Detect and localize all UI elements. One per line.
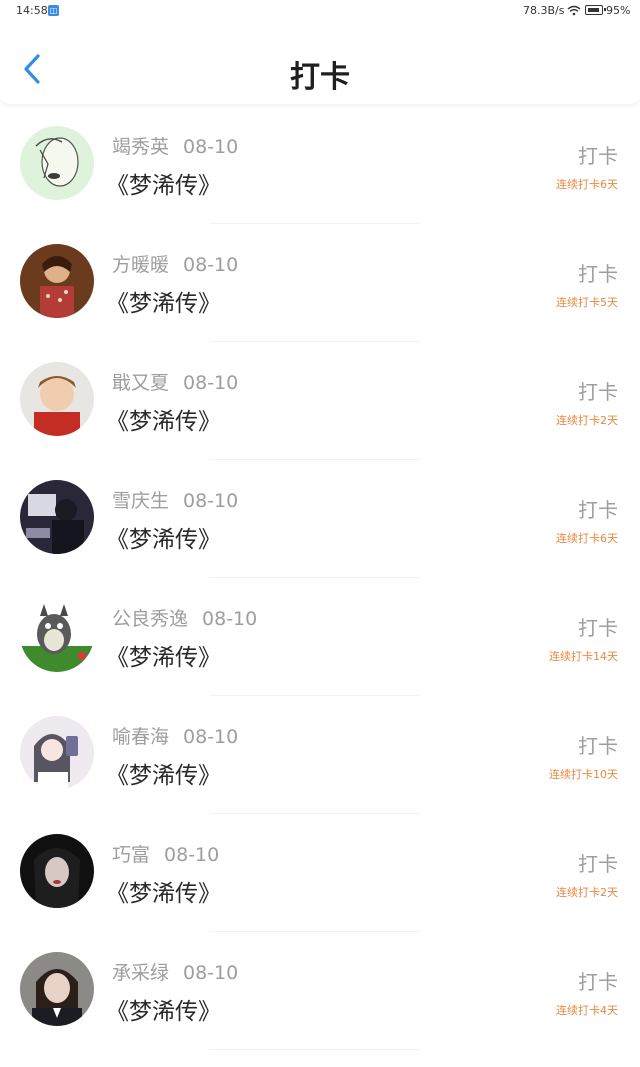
- streak-label: 连续打卡5天: [556, 296, 618, 309]
- checkin-button[interactable]: 打卡: [578, 848, 618, 877]
- user-name: 雪庆生: [112, 490, 170, 512]
- book-title: 《梦浠传》: [106, 291, 221, 317]
- avatar: [20, 834, 94, 908]
- status-bar: 14:58 ◫ 78.3B/s 95%: [0, 0, 640, 22]
- streak-label: 连续打卡4天: [556, 1004, 618, 1017]
- page-title: 打卡: [290, 60, 350, 95]
- book-title: 《梦浠传》: [106, 881, 221, 907]
- avatar: [20, 362, 94, 436]
- streak-label: 连续打卡2天: [556, 886, 618, 899]
- streak-label: 连续打卡14天: [549, 650, 618, 663]
- user-name: 公良秀逸: [112, 608, 189, 630]
- checkin-date: 08-10: [183, 372, 239, 394]
- app-header: 打卡: [0, 22, 640, 104]
- battery-percent: 95%: [606, 4, 631, 17]
- checkin-date: 08-10: [164, 844, 220, 866]
- user-name: 方暖暖: [112, 254, 170, 276]
- user-meta: 承采绿 08-10: [112, 958, 238, 985]
- user-name: 喻春海: [112, 726, 170, 748]
- streak-label: 连续打卡10天: [549, 768, 618, 781]
- avatar: [20, 480, 94, 554]
- book-title: 《梦浠传》: [106, 173, 221, 199]
- checkin-button[interactable]: 打卡: [578, 612, 618, 641]
- book-title: 《梦浠传》: [106, 527, 221, 553]
- checkin-button[interactable]: 打卡: [578, 258, 618, 287]
- streak-label: 连续打卡6天: [556, 532, 618, 545]
- list-item[interactable]: 竭秀英 08-10 《梦浠传》 打卡 连续打卡6天: [0, 106, 640, 224]
- user-meta: 雪庆生 08-10: [112, 486, 238, 513]
- avatar: [20, 244, 94, 318]
- user-meta: 巧富 08-10: [112, 840, 219, 867]
- divider: [210, 1049, 420, 1050]
- streak-label: 连续打卡2天: [556, 414, 618, 427]
- checkin-date: 08-10: [183, 962, 239, 984]
- list-item[interactable]: 雪庆生 08-10 《梦浠传》 打卡 连续打卡6天: [0, 460, 640, 578]
- checkin-button[interactable]: 打卡: [578, 376, 618, 405]
- user-name: 承采绿: [112, 962, 170, 984]
- user-meta: 戢又夏 08-10: [112, 368, 238, 395]
- avatar: [20, 716, 94, 790]
- network-speed: 78.3B/s: [523, 4, 565, 17]
- list-item[interactable]: 戢又夏 08-10 《梦浠传》 打卡 连续打卡2天: [0, 342, 640, 460]
- battery-icon: [585, 5, 606, 15]
- list-item[interactable]: 公良秀逸 08-10 《梦浠传》 打卡 连续打卡14天: [0, 578, 640, 696]
- checkin-screen: 14:58 ◫ 78.3B/s 95% 打卡 竭秀英 08-10 《梦浠传》 打…: [0, 0, 640, 1067]
- avatar: [20, 598, 94, 672]
- list-item[interactable]: 承采绿 08-10 《梦浠传》 打卡 连续打卡4天: [0, 932, 640, 1050]
- book-title: 《梦浠传》: [106, 645, 221, 671]
- app-notification-icon: ◫: [48, 5, 59, 16]
- checkin-date: 08-10: [183, 726, 239, 748]
- wifi-icon: [567, 5, 581, 19]
- checkin-date: 08-10: [202, 608, 258, 630]
- book-title: 《梦浠传》: [106, 763, 221, 789]
- avatar: [20, 952, 94, 1026]
- streak-label: 连续打卡6天: [556, 178, 618, 191]
- checkin-date: 08-10: [183, 490, 239, 512]
- user-meta: 竭秀英 08-10: [112, 132, 238, 159]
- list-item[interactable]: 方暖暖 08-10 《梦浠传》 打卡 连续打卡5天: [0, 224, 640, 342]
- book-title: 《梦浠传》: [106, 999, 221, 1025]
- checkin-button[interactable]: 打卡: [578, 494, 618, 523]
- list-item[interactable]: 喻春海 08-10 《梦浠传》 打卡 连续打卡10天: [0, 696, 640, 814]
- user-name: 巧富: [112, 844, 151, 866]
- status-time: 14:58: [16, 4, 48, 17]
- user-name: 竭秀英: [112, 136, 170, 158]
- user-name: 戢又夏: [112, 372, 170, 394]
- checkin-list: 竭秀英 08-10 《梦浠传》 打卡 连续打卡6天 方暖暖 08-10 《梦浠传…: [0, 106, 640, 1050]
- checkin-date: 08-10: [183, 254, 239, 276]
- checkin-button[interactable]: 打卡: [578, 966, 618, 995]
- avatar: [20, 126, 94, 200]
- checkin-button[interactable]: 打卡: [578, 140, 618, 169]
- list-item[interactable]: 巧富 08-10 《梦浠传》 打卡 连续打卡2天: [0, 814, 640, 932]
- user-meta: 喻春海 08-10: [112, 722, 238, 749]
- checkin-date: 08-10: [183, 136, 239, 158]
- book-title: 《梦浠传》: [106, 409, 221, 435]
- checkin-button[interactable]: 打卡: [578, 730, 618, 759]
- user-meta: 方暖暖 08-10: [112, 250, 238, 277]
- user-meta: 公良秀逸 08-10: [112, 604, 257, 631]
